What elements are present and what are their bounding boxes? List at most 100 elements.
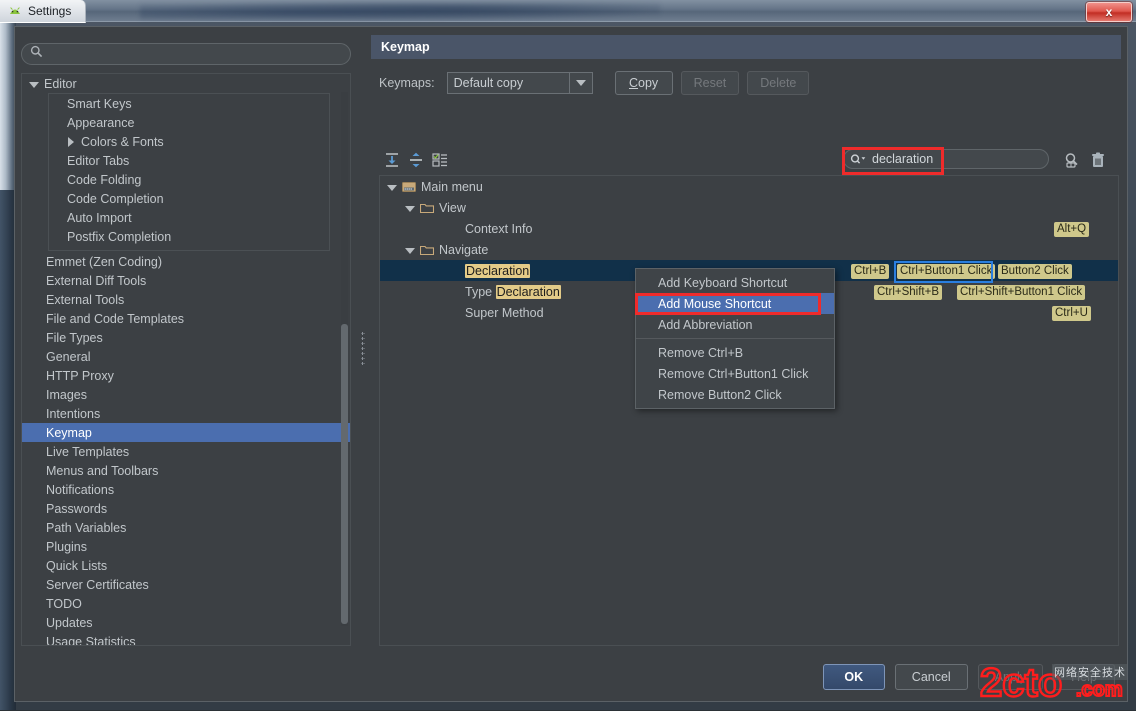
tree-item-label: Code Folding [67, 173, 141, 187]
cancel-button[interactable]: Cancel [895, 664, 968, 690]
chevron-down-icon[interactable] [569, 73, 592, 93]
settings-category-tree[interactable]: Editor Smart Keys Appearance Colors & Fo… [21, 73, 351, 646]
sidebar-item-keymap[interactable]: Keymap [22, 423, 350, 442]
menu-item-add-keyboard-shortcut[interactable]: Add Keyboard Shortcut [636, 272, 834, 293]
menu-item-remove-ctrl-button1-click[interactable]: Remove Ctrl+Button1 Click [636, 363, 834, 384]
sidebar-item-emmet[interactable]: Emmet (Zen Coding) [22, 252, 350, 271]
tree-node-label: View [439, 201, 466, 215]
sidebar-item-label: External Diff Tools [46, 274, 146, 288]
menu-item-remove-ctrl-b[interactable]: Remove Ctrl+B [636, 342, 834, 363]
window-title-tab: Settings [0, 0, 86, 23]
annotation-box-filter [842, 147, 944, 175]
sidebar-item-label: Live Templates [46, 445, 129, 459]
sidebar-item-file-types[interactable]: File Types [22, 328, 350, 347]
tree-node-navigate[interactable]: Navigate [380, 239, 1118, 260]
shortcut-badge-alt-q: Alt+Q [1054, 222, 1089, 237]
show-conflicts-icon[interactable] [431, 151, 449, 169]
sidebar-item-images[interactable]: Images [22, 385, 350, 404]
sidebar-item-todo[interactable]: TODO [22, 594, 350, 613]
find-by-shortcut-icon[interactable] [1063, 151, 1081, 169]
sidebar-item-label: Intentions [46, 407, 100, 421]
menu-item-remove-button2-click[interactable]: Remove Button2 Click [636, 384, 834, 405]
sidebar-item-label: Emmet (Zen Coding) [46, 255, 162, 269]
shortcut-badge-button2-click: Button2 Click [998, 264, 1072, 279]
settings-categories-pane: Editor Smart Keys Appearance Colors & Fo… [21, 35, 351, 646]
settings-search-input[interactable] [49, 44, 350, 64]
sidebar-item-plugins[interactable]: Plugins [22, 537, 350, 556]
menu-item-add-abbreviation[interactable]: Add Abbreviation [636, 314, 834, 335]
menu-separator [636, 338, 834, 339]
expand-all-icon[interactable] [383, 151, 401, 169]
chevron-down-icon[interactable] [386, 181, 398, 193]
sidebar-item-file-and-code-templates[interactable]: File and Code Templates [22, 309, 350, 328]
tree-node-editor[interactable]: Editor [22, 74, 350, 93]
tree-node-label: Navigate [439, 243, 488, 257]
sidebar-item-label: Keymap [46, 426, 92, 440]
tree-node-main-menu[interactable]: Main menu [380, 176, 1118, 197]
collapse-all-icon[interactable] [407, 151, 425, 169]
sidebar-item-updates[interactable]: Updates [22, 613, 350, 632]
sidebar-item-label: Passwords [46, 502, 107, 516]
sidebar-item-label: Updates [46, 616, 93, 630]
chevron-down-icon[interactable] [404, 202, 416, 214]
scrollbar-thumb[interactable] [341, 324, 348, 624]
sidebar-item-http-proxy[interactable]: HTTP Proxy [22, 366, 350, 385]
sidebar-item-label: Quick Lists [46, 559, 107, 573]
pane-splitter[interactable] [357, 35, 369, 646]
chevron-down-icon[interactable] [28, 78, 40, 90]
actions-tree[interactable]: Main menu View Context Info [379, 175, 1119, 646]
tree-item-code-completion[interactable]: Code Completion [49, 189, 329, 208]
tree-node-editor-label: Editor [44, 77, 77, 91]
tree-item-auto-import[interactable]: Auto Import [49, 208, 329, 227]
tree-item-editor-tabs[interactable]: Editor Tabs [49, 151, 329, 170]
tree-item-colors-and-fonts[interactable]: Colors & Fonts [49, 132, 329, 151]
tree-item-label: Colors & Fonts [81, 135, 164, 149]
menu-item-add-mouse-shortcut[interactable]: Add Mouse Shortcut [636, 293, 834, 314]
tree-node-label: Main menu [421, 180, 483, 194]
context-menu[interactable]: Add Keyboard Shortcut Add Mouse Shortcut… [635, 268, 835, 409]
sidebar-item-label: TODO [46, 597, 82, 611]
window-close-button[interactable]: x [1086, 2, 1132, 22]
settings-search-box[interactable] [21, 43, 351, 65]
copy-button[interactable]: Copy [615, 71, 673, 95]
settings-dialog: Editor Smart Keys Appearance Colors & Fo… [14, 26, 1128, 702]
shortcut-badge-ctrl-shift-button1-click: Ctrl+Shift+Button1 Click [957, 285, 1085, 300]
sidebar-item-label: Usage Statistics [46, 635, 136, 647]
sidebar-item-label: Menus and Toolbars [46, 464, 158, 478]
tree-node-view[interactable]: View [380, 197, 1118, 218]
sidebar-item-usage-statistics[interactable]: Usage Statistics [22, 632, 350, 646]
chevron-right-icon[interactable] [65, 136, 77, 148]
category-tree-scrollbar[interactable] [341, 92, 348, 626]
sidebar-item-intentions[interactable]: Intentions [22, 404, 350, 423]
search-icon [30, 45, 43, 63]
sidebar-item-general[interactable]: General [22, 347, 350, 366]
sidebar-item-label: External Tools [46, 293, 124, 307]
tree-item-smart-keys[interactable]: Smart Keys [49, 94, 329, 113]
folder-icon [420, 202, 434, 214]
reset-button[interactable]: Reset [681, 71, 740, 95]
sidebar-item-label: Path Variables [46, 521, 126, 535]
chevron-down-icon[interactable] [404, 244, 416, 256]
sidebar-item-path-variables[interactable]: Path Variables [22, 518, 350, 537]
tree-item-appearance[interactable]: Appearance [49, 113, 329, 132]
sidebar-item-external-diff-tools[interactable]: External Diff Tools [22, 271, 350, 290]
sidebar-item-passwords[interactable]: Passwords [22, 499, 350, 518]
sidebar-item-menus-and-toolbars[interactable]: Menus and Toolbars [22, 461, 350, 480]
sidebar-item-label: Server Certificates [46, 578, 149, 592]
editor-subcategories-group: Smart Keys Appearance Colors & Fonts Edi… [48, 93, 330, 251]
trash-icon[interactable] [1089, 151, 1107, 169]
tree-item-label: Code Completion [67, 192, 164, 206]
sidebar-item-external-tools[interactable]: External Tools [22, 290, 350, 309]
sidebar-item-notifications[interactable]: Notifications [22, 480, 350, 499]
sidebar-item-quick-lists[interactable]: Quick Lists [22, 556, 350, 575]
apply-button[interactable]: Apply [978, 664, 1043, 690]
keymap-select[interactable]: Default copy [447, 72, 593, 94]
tree-item-context-info[interactable]: Context Info [380, 218, 1118, 239]
sidebar-item-server-certificates[interactable]: Server Certificates [22, 575, 350, 594]
keymap-pane: Keymap Keymaps: Default copy Copy Reset … [371, 35, 1121, 646]
ok-button[interactable]: OK [823, 664, 885, 690]
tree-item-postfix-completion[interactable]: Postfix Completion [49, 227, 329, 246]
delete-button[interactable]: Delete [747, 71, 809, 95]
tree-item-code-folding[interactable]: Code Folding [49, 170, 329, 189]
sidebar-item-live-templates[interactable]: Live Templates [22, 442, 350, 461]
